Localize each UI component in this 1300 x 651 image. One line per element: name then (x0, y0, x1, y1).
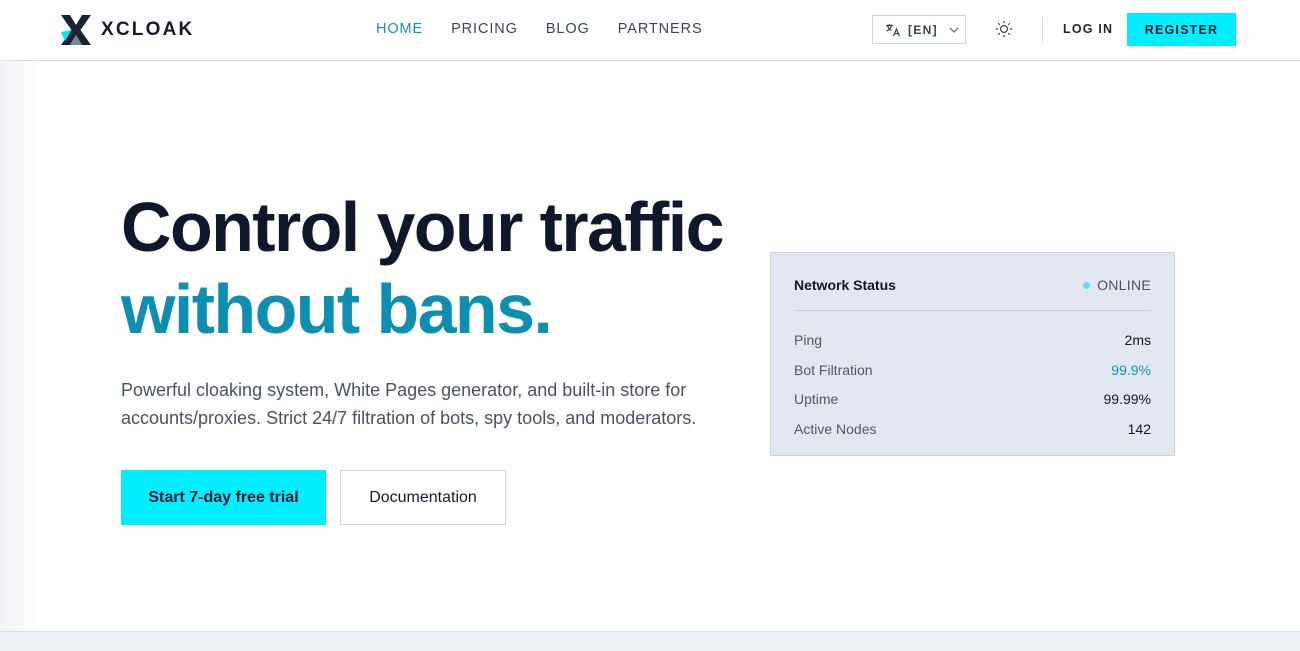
language-label: [EN] (908, 22, 938, 37)
metric-row-bot-filtration: Bot Filtration 99.9% (794, 355, 1151, 385)
xcloak-logo-icon (61, 15, 91, 45)
login-link[interactable]: LOG IN (1063, 22, 1113, 36)
online-dot-icon (1083, 281, 1091, 289)
hero-title: Control your traffic without bans. (121, 186, 725, 350)
metric-row-active-nodes: Active Nodes 142 (794, 414, 1151, 444)
status-metrics: Ping 2ms Bot Filtration 99.9% Uptime 99.… (794, 325, 1151, 444)
documentation-button[interactable]: Documentation (340, 470, 506, 525)
hero-title-line1: Control your traffic (121, 188, 725, 266)
status-header: Network Status ONLINE (794, 277, 1151, 293)
status-state: ONLINE (1097, 277, 1151, 293)
register-button[interactable]: REGISTER (1127, 13, 1236, 46)
nav-pricing[interactable]: PRICING (451, 20, 518, 38)
site-header: XCLOAK HOME PRICING BLOG PARTNERS [EN] L… (0, 0, 1300, 61)
next-section-edge (0, 631, 1300, 651)
hero-title-line2: without bans. (121, 270, 553, 348)
translate-icon (886, 23, 901, 36)
status-divider (794, 310, 1151, 311)
metric-row-ping: Ping 2ms (794, 325, 1151, 355)
status-indicator: ONLINE (1083, 277, 1151, 293)
chevron-down-icon (949, 27, 959, 33)
hero-description: Powerful cloaking system, White Pages ge… (121, 380, 697, 428)
sun-icon (995, 20, 1013, 38)
theme-toggle[interactable] (994, 19, 1014, 39)
brand-name: XCLOAK (101, 19, 195, 40)
start-trial-button[interactable]: Start 7-day free trial (121, 470, 326, 525)
metric-label: Uptime (794, 391, 839, 408)
language-selector[interactable]: [EN] (872, 15, 966, 44)
metric-value: 2ms (1124, 331, 1151, 348)
nav-home[interactable]: HOME (376, 20, 423, 38)
metric-row-uptime: Uptime 99.99% (794, 384, 1151, 414)
metric-label: Active Nodes (794, 420, 877, 437)
status-title: Network Status (794, 277, 896, 293)
brand-logo[interactable]: XCLOAK (61, 14, 194, 46)
metric-label: Bot Filtration (794, 361, 873, 378)
main-nav: HOME PRICING BLOG PARTNERS (376, 20, 731, 38)
metric-label: Ping (794, 331, 823, 348)
network-status-card: Network Status ONLINE Ping 2ms Bot Filtr… (770, 252, 1175, 456)
header-divider (1042, 17, 1043, 42)
landing-page: XCLOAK HOME PRICING BLOG PARTNERS [EN] L… (0, 0, 1300, 651)
nav-blog[interactable]: BLOG (546, 20, 590, 38)
metric-value: 142 (1127, 420, 1151, 437)
metric-value: 99.99% (1103, 391, 1151, 408)
metric-value: 99.9% (1111, 361, 1151, 378)
nav-partners[interactable]: PARTNERS (618, 20, 703, 38)
